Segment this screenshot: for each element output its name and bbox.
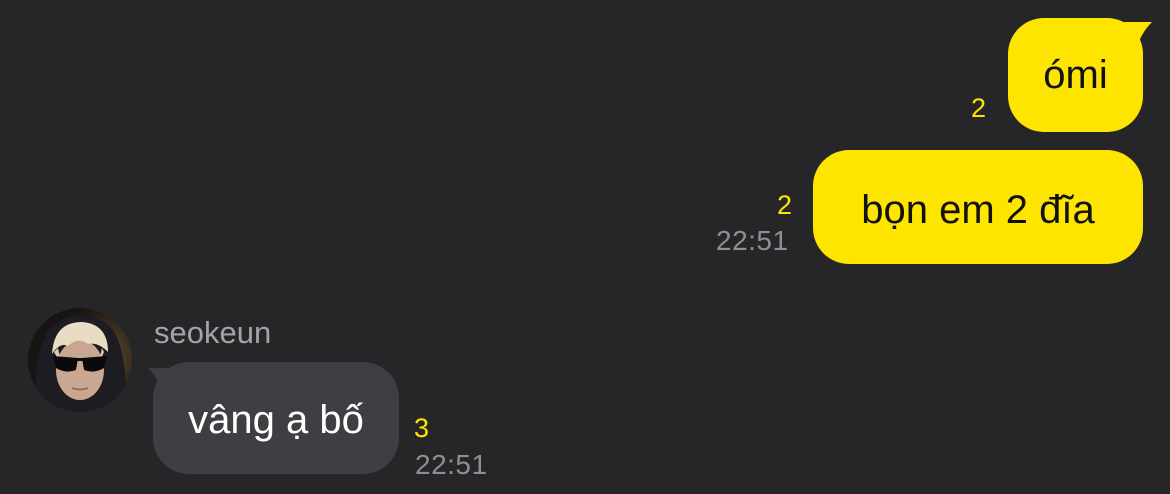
message-timestamp: 22:51 — [716, 225, 789, 256]
message-text: vâng ạ bố — [188, 398, 364, 442]
sender-avatar[interactable] — [28, 308, 132, 412]
unread-count: 2 — [971, 93, 987, 123]
message-bubble-incoming[interactable]: vâng ạ bố — [153, 362, 399, 474]
unread-count: 3 — [414, 413, 430, 443]
sender-name: seokeun — [154, 315, 272, 350]
unread-count: 2 — [777, 190, 793, 220]
message-timestamp: 22:51 — [415, 449, 488, 480]
message-bubble-outgoing[interactable]: bọn em 2 đĩa — [813, 150, 1143, 264]
message-bubble-outgoing[interactable]: ómi — [1008, 18, 1143, 132]
message-text: bọn em 2 đĩa — [861, 188, 1095, 232]
message-text: ómi — [1043, 53, 1108, 97]
user-avatar-icon — [28, 308, 132, 412]
